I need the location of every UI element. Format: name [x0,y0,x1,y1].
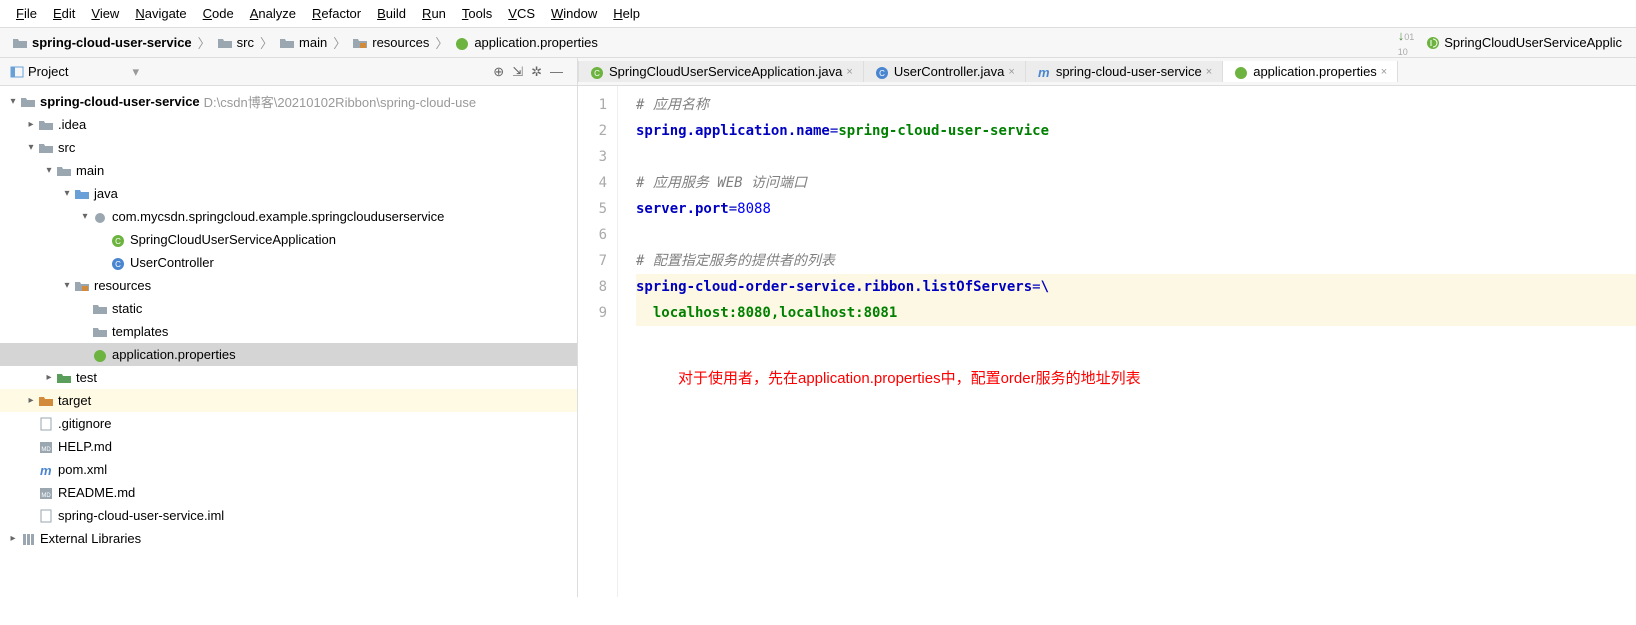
tree-row-15[interactable]: MDHELP.md [0,435,577,458]
tree-row-5[interactable]: ▾com.mycsdn.springcloud.example.springcl… [0,205,577,228]
run-config-label: SpringCloudUserServiceApplic [1444,35,1622,50]
gutter: 123456789 [578,86,618,597]
menu-window[interactable]: Window [543,4,605,23]
annotation-text: 对于使用者，先在application.properties中，配置order服… [678,366,1141,392]
tab-close-icon[interactable]: × [1381,66,1387,78]
tree-row-0[interactable]: ▾spring-cloud-user-service D:\csdn博客\202… [0,90,577,113]
svg-text:m: m [1038,65,1050,79]
code-line-9[interactable]: localhost:8080,localhost:8081 [636,300,1636,326]
tree-row-7[interactable]: CUserController [0,251,577,274]
code-editor[interactable]: 123456789 # 应用名称spring.application.name=… [578,86,1636,597]
menu-run[interactable]: Run [414,4,454,23]
code-line-5[interactable]: server.port=8088 [636,196,1636,222]
breadcrumb-bar: spring-cloud-user-service〉src〉main〉resou… [0,28,1636,58]
code-line-1[interactable]: # 应用名称 [636,92,1636,118]
code-line-4[interactable]: # 应用服务 WEB 访问端口 [636,170,1636,196]
menu-help[interactable]: Help [605,4,648,23]
project-view-selector[interactable]: Project ▾ [6,64,143,80]
tree-row-17[interactable]: MDREADME.md [0,481,577,504]
menu-code[interactable]: Code [195,4,242,23]
project-toolbar: Project ▾ ⊕ ⇲ ✲ — [0,58,577,86]
breadcrumb-0[interactable]: spring-cloud-user-service [8,35,196,50]
tree-row-3[interactable]: ▾main [0,159,577,182]
tree-row-16[interactable]: mpom.xml [0,458,577,481]
tab-close-icon[interactable]: × [1008,66,1014,78]
project-tree[interactable]: ▾spring-cloud-user-service D:\csdn博客\202… [0,86,577,554]
code-line-3[interactable] [636,144,1636,170]
locate-icon[interactable]: ⊕ [491,62,506,82]
settings-icon[interactable]: ✲ [529,62,544,82]
code-content[interactable]: # 应用名称spring.application.name=spring-clo… [618,86,1636,597]
menu-edit[interactable]: Edit [45,4,83,23]
tree-row-11[interactable]: application.properties [0,343,577,366]
project-sidebar: Project ▾ ⊕ ⇲ ✲ — ▾spring-cloud-user-ser… [0,58,578,597]
tree-row-19[interactable]: ▸External Libraries [0,527,577,550]
menu-bar: FileEditViewNavigateCodeAnalyzeRefactorB… [0,0,1636,28]
editor-tab-1[interactable]: CUserController.java× [864,61,1026,82]
code-line-7[interactable]: # 配置指定服务的提供者的列表 [636,248,1636,274]
code-line-2[interactable]: spring.application.name=spring-cloud-use… [636,118,1636,144]
menu-view[interactable]: View [83,4,127,23]
editor-area: CSpringCloudUserServiceApplication.java×… [578,58,1636,597]
tree-row-4[interactable]: ▾java [0,182,577,205]
editor-tab-2[interactable]: mspring-cloud-user-service× [1026,61,1223,82]
tree-row-13[interactable]: ▸target [0,389,577,412]
tab-close-icon[interactable]: × [846,66,852,78]
tree-row-9[interactable]: static [0,297,577,320]
breadcrumb-3[interactable]: resources [348,35,433,50]
menu-file[interactable]: File [8,4,45,23]
svg-text:MD: MD [41,493,51,499]
breadcrumb-2[interactable]: main [275,35,331,50]
tree-row-12[interactable]: ▸test [0,366,577,389]
breadcrumb-4[interactable]: application.properties [450,35,602,50]
menu-refactor[interactable]: Refactor [304,4,369,23]
sync-icon[interactable]: ↓0110 [1392,28,1421,58]
svg-text:MD: MD [41,447,51,453]
tree-row-2[interactable]: ▾src [0,136,577,159]
tree-row-8[interactable]: ▾resources [0,274,577,297]
hide-icon[interactable]: — [548,62,565,82]
expand-icon[interactable]: ⇲ [510,62,525,82]
tree-row-14[interactable]: .gitignore [0,412,577,435]
breadcrumb-1[interactable]: src [213,35,258,50]
svg-text:m: m [40,463,52,477]
tree-row-10[interactable]: templates [0,320,577,343]
menu-tools[interactable]: Tools [454,4,500,23]
tab-close-icon[interactable]: × [1206,66,1212,78]
editor-tabs: CSpringCloudUserServiceApplication.java×… [578,58,1636,86]
editor-tab-0[interactable]: CSpringCloudUserServiceApplication.java× [579,61,864,82]
run-config-selector[interactable]: SpringCloudUserServiceApplic [1420,35,1628,50]
tree-row-18[interactable]: spring-cloud-user-service.iml [0,504,577,527]
code-line-6[interactable] [636,222,1636,248]
svg-text:C: C [879,69,885,78]
svg-text:C: C [594,69,600,78]
svg-text:C: C [115,237,121,246]
menu-analyze[interactable]: Analyze [242,4,304,23]
menu-navigate[interactable]: Navigate [127,4,194,23]
code-line-8[interactable]: spring-cloud-order-service.ribbon.listOf… [636,274,1636,300]
svg-text:C: C [115,260,121,269]
tree-row-1[interactable]: ▸.idea [0,113,577,136]
menu-vcs[interactable]: VCS [500,4,543,23]
menu-build[interactable]: Build [369,4,414,23]
editor-tab-3[interactable]: application.properties× [1223,61,1398,82]
project-label: Project [28,64,68,79]
tree-row-6[interactable]: CSpringCloudUserServiceApplication [0,228,577,251]
